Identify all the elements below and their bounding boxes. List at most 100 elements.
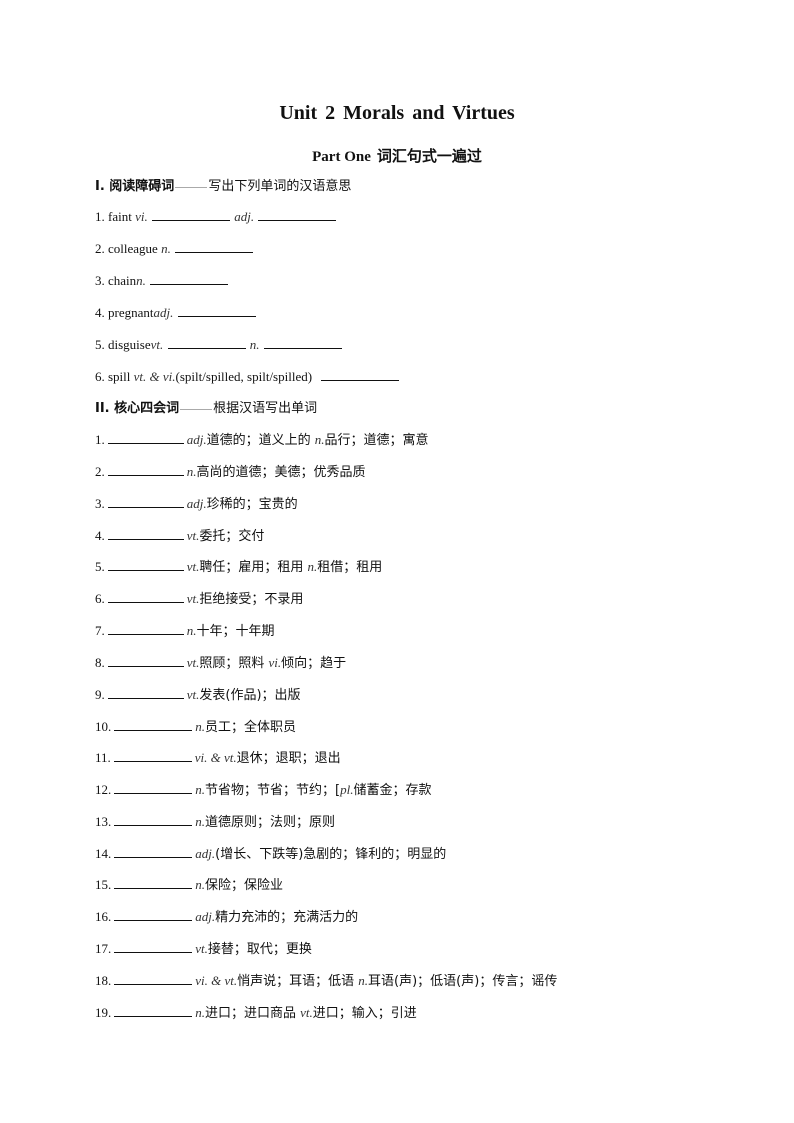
vocab-item: 1. faint vi. adj. (95, 208, 337, 226)
answer-blank[interactable] (107, 622, 184, 635)
part-of-speech: adj. (234, 209, 255, 224)
answer-blank[interactable] (114, 813, 193, 826)
item-number: 15. (95, 877, 112, 892)
item-number: 7. (95, 623, 105, 638)
item-number: 2. (95, 464, 105, 479)
answer-blank[interactable] (150, 272, 229, 285)
item-number: 4. (95, 305, 105, 320)
part-of-speech: n. (186, 623, 197, 638)
part-of-speech: adj. (195, 846, 216, 861)
vocab-item: 15. n.保险；保险业 (95, 876, 283, 895)
vocab-item: 2. n.高尚的道德；美德；优秀品质 (95, 463, 366, 482)
chinese-meaning: 照顾；照料 (199, 656, 269, 671)
vocab-item: 18. vi. & vt.悄声说；耳语；低语 n.耳语(声)；低语(声)；传言；谣… (95, 972, 557, 991)
answer-blank[interactable] (177, 304, 256, 317)
answer-blank[interactable] (114, 845, 193, 858)
part-of-speech: n. (314, 432, 325, 447)
section1-label: I. 阅读障碍词 (95, 179, 175, 194)
item-number: 16. (95, 909, 112, 924)
answer-blank[interactable] (107, 686, 184, 699)
part-of-speech: vi. (135, 209, 148, 224)
item-number: 3. (95, 496, 105, 511)
part-of-speech: n. (195, 877, 205, 892)
part-of-speech: n. (358, 973, 369, 988)
answer-blank[interactable] (151, 208, 230, 221)
vocab-item: 3. adj.珍稀的；宝贵的 (95, 495, 298, 514)
vocab-item: 6. spill vt. & vi.(spilt/spilled, spilt/… (95, 368, 400, 386)
item-number: 9. (95, 687, 105, 702)
section2-heading: II. 核心四会词 根据汉语写出单词 (95, 399, 317, 418)
answer-blank[interactable] (114, 876, 193, 889)
item-number: 17. (95, 941, 112, 956)
part-of-speech: vt. (150, 337, 164, 352)
vocab-item: 10. n.员工；全体职员 (95, 718, 296, 737)
chinese-meaning: 倾向；趋于 (281, 656, 347, 671)
page-title: Unit 2 Morals and Virtues (279, 102, 515, 124)
part-of-speech: n. (136, 273, 146, 288)
chinese-meaning: 拒绝接受；不录用 (199, 592, 304, 607)
answer-blank[interactable] (107, 495, 184, 508)
answer-blank[interactable] (113, 749, 192, 762)
part-of-speech: n. (186, 464, 197, 479)
item-number: 4. (95, 528, 105, 543)
vocab-item: 7. n.十年；十年期 (95, 622, 275, 641)
item-forms: (spilt/spilled, spilt/spilled) (175, 369, 313, 384)
answer-blank[interactable] (107, 431, 184, 444)
vocab-item: 14. adj.(增长、下跌等)急剧的；锋利的；明显的 (95, 845, 446, 864)
part-of-speech: vt. (195, 941, 208, 956)
answer-blank[interactable] (114, 972, 193, 985)
answer-blank[interactable] (114, 718, 193, 731)
answer-blank[interactable] (167, 336, 246, 349)
item-number: 18. (95, 973, 112, 988)
item-number: 3. (95, 273, 105, 288)
chinese-meaning: 精力充沛的；充满活力的 (215, 910, 359, 925)
section2-label: II. 核心四会词 (95, 401, 180, 416)
answer-blank[interactable] (321, 368, 400, 381)
answer-blank[interactable] (114, 781, 193, 794)
part-of-speech: vt. (186, 687, 200, 702)
part-of-speech: n. (195, 814, 205, 829)
dash-divider (180, 408, 213, 410)
part-of-speech: vt. & vi. (133, 369, 176, 384)
chinese-meaning: 聘任；雇用；租用 (199, 560, 308, 575)
answer-blank[interactable] (258, 208, 337, 221)
answer-blank[interactable] (114, 1004, 193, 1017)
chinese-meaning: 储蓄金；存款 (353, 783, 432, 798)
part-of-speech: adj. (195, 909, 216, 924)
chinese-meaning: 接替；取代；更换 (207, 942, 312, 957)
answer-blank[interactable] (107, 590, 184, 603)
chinese-meaning: 耳语(声)；低语(声)；传言；谣传 (368, 974, 558, 989)
chinese-meaning: 节省物；节省；节约；[ (205, 783, 341, 798)
item-number: 14. (95, 846, 112, 861)
answer-blank[interactable] (107, 558, 184, 571)
item-number: 11. (95, 750, 111, 765)
part-of-speech: adj. (186, 432, 207, 447)
chinese-meaning: 十年；十年期 (196, 624, 275, 639)
vocab-item: 11. vi. & vt.退休；退职；退出 (95, 749, 341, 768)
item-number: 2. (95, 241, 105, 256)
answer-blank[interactable] (107, 527, 184, 540)
answer-blank[interactable] (107, 463, 184, 476)
item-number: 5. (95, 337, 105, 352)
chinese-meaning: 进口；进口商品 (205, 1006, 301, 1021)
answer-blank[interactable] (263, 336, 342, 349)
answer-blank[interactable] (114, 908, 193, 921)
vocab-item: 5. disguisevt. n. (95, 336, 343, 354)
chinese-meaning: 租借；租用 (317, 560, 383, 575)
item-number: 1. (95, 432, 105, 447)
vocab-item: 16. adj.精力充沛的；充满活力的 (95, 908, 358, 927)
chinese-meaning: 悄声说；耳语；低语 (237, 974, 359, 989)
section1-instruction: 写出下列单词的汉语意思 (208, 179, 352, 194)
vocab-item: 5. vt.聘任；雇用；租用 n.租借；租用 (95, 558, 382, 577)
chinese-meaning: 员工；全体职员 (205, 720, 297, 735)
vocab-item: 17. vt.接替；取代；更换 (95, 940, 312, 959)
answer-blank[interactable] (175, 240, 254, 253)
answer-blank[interactable] (114, 940, 193, 953)
vocab-item: 19. n.进口；进口商品 vt.进口；输入；引进 (95, 1004, 417, 1023)
chinese-meaning: 高尚的道德；美德；优秀品质 (196, 465, 366, 480)
answer-blank[interactable] (107, 654, 184, 667)
chinese-meaning: 道德的；道义上的 (206, 433, 315, 448)
dash-divider (175, 186, 208, 188)
part-of-speech: adj. (186, 496, 207, 511)
part-title-cn: 词汇句式一遍过 (376, 147, 482, 165)
